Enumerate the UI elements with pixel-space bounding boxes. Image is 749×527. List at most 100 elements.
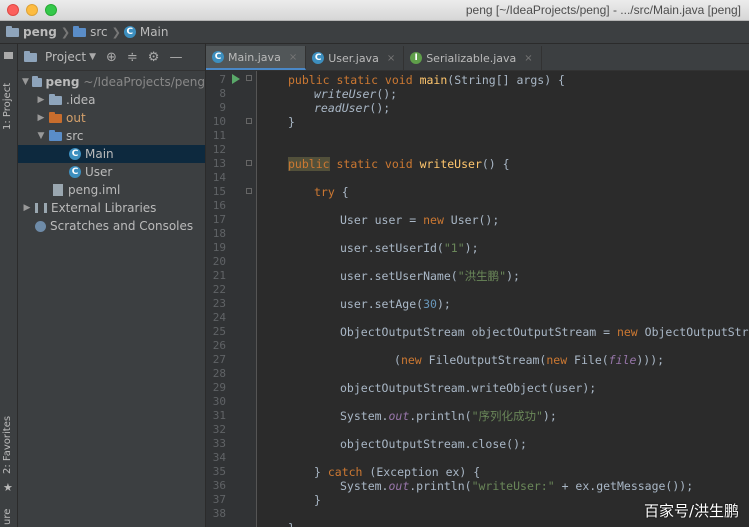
line-number: 11 <box>212 129 226 142</box>
code-text: (); <box>369 101 391 115</box>
code-text: User user = <box>340 213 424 227</box>
line-number: 12 <box>212 143 226 156</box>
run-icon[interactable] <box>232 74 240 84</box>
tab-serializable-java[interactable]: I Serializable.java × <box>404 46 542 70</box>
watermark: 百家号/洪生鹏 <box>643 502 739 520</box>
code-string: "1" <box>443 241 465 255</box>
code-text: FileOutputStream( <box>421 353 547 367</box>
code-line: ObjectOutputStream objectOutputStream = … <box>340 325 749 339</box>
code-text: (String[] args) { <box>447 73 565 87</box>
expand-arrow-icon[interactable]: ▶ <box>35 109 47 127</box>
code-text: System. <box>340 479 389 493</box>
code-text: .println( <box>409 479 472 493</box>
code-string: "洪生鹏" <box>457 269 507 283</box>
close-tab-icon[interactable]: × <box>524 53 532 64</box>
code-text: } <box>314 465 328 479</box>
line-number: 33 <box>212 437 226 450</box>
fold-marker-icon[interactable] <box>246 75 252 81</box>
breadcrumb-item-src[interactable]: src ❯ <box>73 25 124 39</box>
tree-item-user[interactable]: C User <box>18 163 205 181</box>
code-keyword: new <box>546 353 568 367</box>
gear-icon[interactable]: ⚙ <box>148 50 160 65</box>
close-tab-icon[interactable]: × <box>387 53 395 64</box>
tree-item-iml[interactable]: peng.iml <box>18 181 205 199</box>
tree-item-src[interactable]: ▼ src <box>18 127 205 145</box>
line-number: 16 <box>212 199 226 212</box>
line-number: 21 <box>212 269 226 282</box>
breadcrumb-label: src <box>90 25 108 39</box>
breadcrumb-item-main[interactable]: C Main <box>123 25 169 39</box>
tree-item-scratches[interactable]: Scratches and Consoles <box>18 217 205 235</box>
scratches-icon <box>35 220 46 232</box>
code-line: try { <box>314 185 349 199</box>
iml-file-icon <box>53 184 63 196</box>
code-line: objectOutputStream.writeObject(user); <box>340 381 597 395</box>
code-line: writeUser(); <box>314 87 397 101</box>
tree-item-external-libraries[interactable]: ▶ External Libraries <box>18 199 205 217</box>
tree-item-main[interactable]: C Main <box>18 145 205 163</box>
structure-tool-tab[interactable]: ure <box>0 508 17 526</box>
line-number: 31 <box>212 409 226 422</box>
tree-item-label: External Libraries <box>51 201 157 215</box>
close-tab-icon[interactable]: × <box>289 52 297 63</box>
expand-arrow-icon[interactable]: ▼ <box>35 127 47 145</box>
star-icon: ★ <box>3 481 13 494</box>
line-number: 29 <box>212 381 226 394</box>
code-keyword: static void <box>329 157 420 171</box>
fold-marker-icon[interactable] <box>246 160 252 166</box>
line-number: 17 <box>212 213 226 226</box>
code-keyword: try <box>314 185 335 199</box>
tree-item-peng[interactable]: ▼ peng ~/IdeaProjects/peng <box>18 73 205 91</box>
project-tool-label: 1: Project <box>2 82 13 130</box>
code-field: out <box>388 409 410 423</box>
code-keyword: catch <box>327 465 363 479</box>
line-number: 15 <box>212 185 226 198</box>
collapse-all-icon[interactable]: ≑ <box>127 50 138 65</box>
line-number: 37 <box>212 493 226 506</box>
line-number: 10 <box>212 115 226 128</box>
expand-arrow-icon[interactable]: ▼ <box>21 73 30 91</box>
tree-item-out[interactable]: ▶ out <box>18 109 205 127</box>
tree-item-label: out <box>66 111 86 125</box>
line-number: 36 <box>212 479 226 492</box>
folder-icon <box>49 111 62 123</box>
line-number: 26 <box>212 339 226 352</box>
code-line: readUser(); <box>314 101 390 115</box>
code-editor[interactable]: 7 8 9 10 11 12 13 14 15 16 17 18 19 20 2… <box>206 71 749 527</box>
line-number: 13 <box>212 157 226 170</box>
breadcrumb: peng ❯ src ❯ C Main <box>0 21 749 44</box>
line-number: 14 <box>212 171 226 184</box>
code-method-name: writeUser <box>419 157 482 171</box>
chevron-right-icon: ❯ <box>60 25 71 39</box>
expand-arrow-icon[interactable]: ▶ <box>35 91 47 109</box>
code-string: "writeUser:" <box>471 479 555 493</box>
code-text: (); <box>376 87 398 101</box>
breadcrumb-item-project[interactable]: peng ❯ <box>0 25 73 39</box>
target-icon[interactable]: ⊕ <box>106 50 117 65</box>
fold-marker-icon[interactable] <box>246 118 252 124</box>
class-icon: C <box>123 26 136 38</box>
code-text: user.setAge( <box>340 297 424 311</box>
code-text: ); <box>464 241 479 255</box>
code-text: ObjectOutputStream objectOutputStream = <box>340 325 617 339</box>
line-number: 27 <box>212 353 226 366</box>
folder-icon <box>6 25 19 37</box>
fold-marker-icon[interactable] <box>246 188 252 194</box>
project-tool-tab[interactable]: 1: Project <box>0 50 17 140</box>
chevron-right-icon: ❯ <box>111 25 121 39</box>
code-call: writeUser <box>314 87 377 101</box>
line-number: 23 <box>212 297 226 310</box>
favorites-tool-label: 2: Favorites <box>2 415 13 474</box>
hide-panel-icon[interactable]: — <box>169 50 182 65</box>
expand-arrow-icon[interactable]: ▶ <box>21 199 33 217</box>
code-line: System.out.println("序列化成功"); <box>340 409 557 423</box>
project-tree: ▼ peng ~/IdeaProjects/peng ▶ .idea ▶ out… <box>18 71 205 235</box>
project-view-selector[interactable]: Project <box>45 50 86 64</box>
tree-item-idea[interactable]: ▶ .idea <box>18 91 205 109</box>
tab-user-java[interactable]: C User.java × <box>306 46 405 70</box>
tree-item-label: Main <box>85 147 114 161</box>
tab-main-java[interactable]: C Main.java × <box>206 46 307 70</box>
code-text: () { <box>481 157 510 171</box>
breadcrumb-label: peng <box>23 25 57 39</box>
code-field: file <box>608 353 637 367</box>
